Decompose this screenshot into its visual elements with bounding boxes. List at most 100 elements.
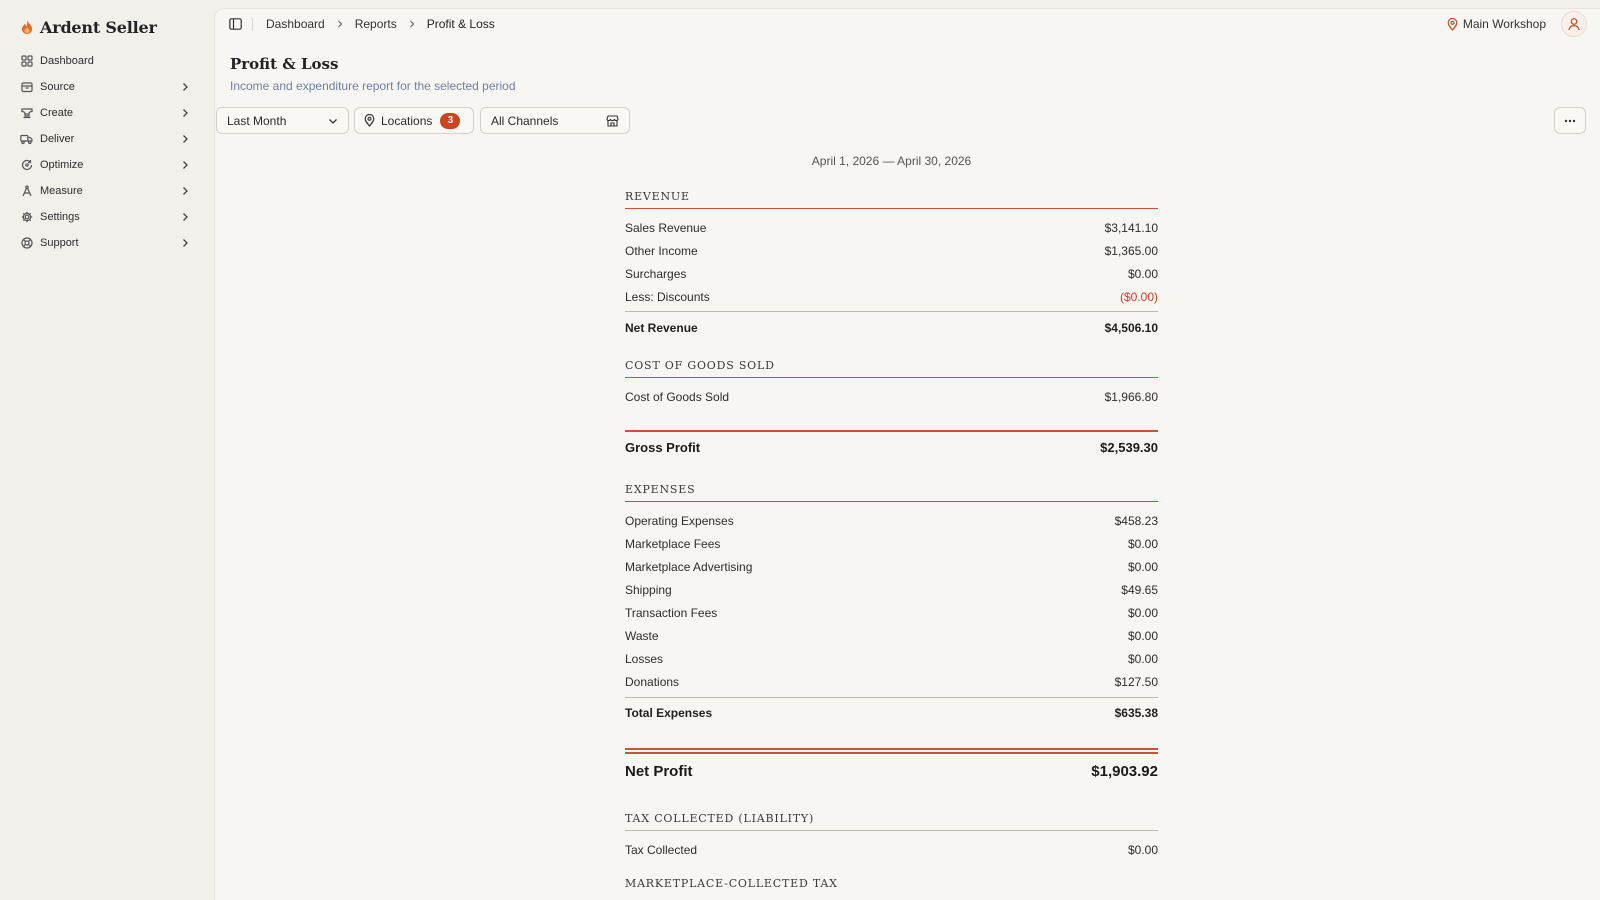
sidebar-item-settings[interactable]: Settings: [12, 204, 198, 230]
workshop-name: Main Workshop: [1462, 17, 1546, 31]
sidebar-nav: Dashboard Source Create Deliver Optimize…: [12, 48, 198, 256]
row-label: Cost of Goods Sold: [625, 390, 730, 404]
sidebar-item-create[interactable]: Create: [12, 100, 198, 126]
chevron-down-icon: [328, 116, 338, 126]
row-value: $1,966.80: [1104, 390, 1158, 404]
row-value: ($0.00): [1119, 290, 1158, 304]
period-select[interactable]: Last Month: [216, 107, 349, 134]
row-label: Operating Expenses: [625, 514, 734, 528]
chevron-right-icon: [180, 186, 190, 196]
sidebar-item-deliver[interactable]: Deliver: [12, 126, 198, 152]
sidebar-item-label: Optimize: [40, 159, 84, 171]
sidebar-item-source[interactable]: Source: [12, 74, 198, 100]
sidebar-item-label: Settings: [40, 211, 80, 223]
sidebar-item-label: Measure: [40, 185, 83, 197]
refresh-icon: [20, 159, 33, 172]
avatar[interactable]: [1561, 11, 1587, 37]
report-row: Donations $127.50: [625, 672, 1158, 692]
top-bar: Dashboard Reports Profit & Loss Main Wor…: [215, 9, 1600, 39]
channels-select[interactable]: All Channels: [480, 107, 630, 134]
row-label: Less: Discounts: [625, 290, 710, 304]
row-value: $0.00: [1127, 560, 1158, 574]
marketplace-tax-heading: MARKETPLACE-COLLECTED TAX: [625, 877, 838, 890]
report-period: April 1, 2026 — April 30, 2026: [811, 154, 972, 168]
user-icon: [1567, 17, 1581, 31]
row-label: Sales Revenue: [625, 221, 707, 235]
grid-icon: [20, 55, 33, 68]
report-row: Waste $0.00: [625, 626, 1158, 646]
row-label: Waste: [625, 629, 659, 643]
sidebar-item-label: Source: [40, 81, 75, 93]
chevron-right-icon: [180, 212, 190, 222]
brand-name: Ardent Seller: [40, 17, 157, 37]
map-pin-icon: [1447, 17, 1459, 31]
brand[interactable]: Ardent Seller: [20, 16, 157, 38]
sidebar-item-support[interactable]: Support: [12, 230, 198, 256]
breadcrumb-reports[interactable]: Reports: [355, 17, 397, 31]
row-value: $1,365.00: [1104, 244, 1158, 258]
row-value: $49.65: [1121, 583, 1158, 597]
chevron-right-icon: [336, 20, 344, 28]
page-title: Profit & Loss: [230, 55, 339, 73]
net-profit-row: Net Profit $1,903.92: [625, 760, 1158, 782]
row-value: $2,539.30: [1100, 439, 1158, 455]
report-row: Transaction Fees $0.00: [625, 603, 1158, 623]
chevron-right-icon: [180, 134, 190, 144]
page-subtitle: Income and expenditure report for the se…: [230, 79, 516, 93]
row-label: Net Profit: [625, 762, 693, 780]
row-label: Total Expenses: [625, 706, 713, 720]
tax-heading: TAX COLLECTED (LIABILITY): [625, 812, 1158, 831]
compass-icon: [20, 185, 33, 198]
locations-count-badge: 3: [440, 112, 461, 129]
sidebar: Ardent Seller Dashboard Source Create De…: [0, 0, 213, 900]
report-row: Tax Collected $0.00: [625, 840, 1158, 860]
gear-icon: [20, 211, 33, 224]
row-value: $1,903.92: [1091, 762, 1158, 780]
row-label: Marketplace Fees: [625, 537, 721, 551]
divider: [625, 752, 1158, 754]
report-row: Marketplace Advertising $0.00: [625, 557, 1158, 577]
breadcrumb-dashboard[interactable]: Dashboard: [266, 17, 325, 31]
revenue-heading: REVENUE: [625, 190, 1158, 209]
expenses-heading: EXPENSES: [625, 483, 1158, 502]
map-pin-icon: [364, 114, 375, 127]
sidebar-toggle-icon[interactable]: [227, 16, 243, 32]
sidebar-item-measure[interactable]: Measure: [12, 178, 198, 204]
main-panel: Dashboard Reports Profit & Loss Main Wor…: [214, 8, 1600, 900]
channels-value: All Channels: [491, 113, 559, 128]
report-row: Less: Discounts ($0.00): [625, 287, 1158, 307]
ellipsis-icon: [1564, 119, 1576, 123]
report-row: Surcharges $0.00: [625, 264, 1158, 284]
workshop-selector[interactable]: Main Workshop: [1447, 9, 1546, 39]
more-options-button[interactable]: [1554, 107, 1586, 134]
period-value: Last Month: [227, 113, 287, 128]
row-value: $0.00: [1127, 843, 1158, 857]
total-expenses-row: Total Expenses $635.38: [625, 703, 1158, 723]
row-value: $458.23: [1114, 514, 1158, 528]
breadcrumb-current: Profit & Loss: [426, 17, 495, 31]
row-label: Tax Collected: [625, 843, 698, 857]
row-label: Donations: [625, 675, 680, 689]
locations-filter[interactable]: Locations 3: [354, 107, 474, 134]
divider: [625, 430, 1158, 432]
cogs-heading: COST OF GOODS SOLD: [625, 359, 1158, 378]
sidebar-item-label: Dashboard: [40, 55, 94, 67]
gross-profit-row: Gross Profit $2,539.30: [625, 436, 1158, 458]
sidebar-item-label: Support: [40, 237, 79, 249]
row-label: Gross Profit: [625, 439, 701, 455]
sidebar-item-dashboard[interactable]: Dashboard: [12, 48, 198, 74]
report-row: Other Income $1,365.00: [625, 241, 1158, 261]
sidebar-item-optimize[interactable]: Optimize: [12, 152, 198, 178]
row-label: Losses: [625, 652, 664, 666]
divider: [625, 697, 1158, 698]
storefront-icon: [606, 114, 619, 127]
chevron-right-icon: [408, 20, 416, 28]
box-icon: [20, 81, 33, 94]
row-label: Marketplace Advertising: [625, 560, 753, 574]
row-value: $127.50: [1114, 675, 1158, 689]
row-value: $0.00: [1127, 652, 1158, 666]
chevron-right-icon: [180, 82, 190, 92]
row-value: $635.38: [1114, 706, 1158, 720]
sidebar-item-label: Deliver: [40, 133, 75, 145]
row-label: Transaction Fees: [625, 606, 718, 620]
